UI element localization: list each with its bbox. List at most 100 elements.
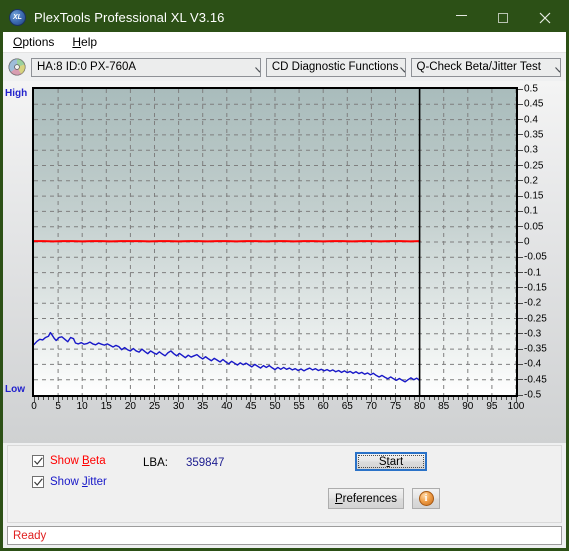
maximize-icon[interactable] bbox=[482, 3, 524, 32]
x-tick-label: 40 bbox=[221, 401, 233, 412]
y-tick-label: 0.5 bbox=[524, 83, 538, 95]
x-minor-tickmark bbox=[144, 397, 146, 400]
x-minor-tickmark bbox=[120, 397, 122, 400]
show-beta-checkbox[interactable] bbox=[32, 455, 44, 467]
x-tickmark bbox=[346, 397, 348, 402]
y-tickmark bbox=[518, 226, 523, 228]
y-tick-label: 0 bbox=[524, 236, 530, 248]
x-tick-label: 60 bbox=[317, 401, 329, 412]
start-button[interactable]: Start bbox=[355, 452, 427, 471]
y-tickmark bbox=[518, 210, 523, 212]
x-tick-label: 100 bbox=[507, 401, 525, 412]
y-tickmark bbox=[518, 149, 523, 151]
x-minor-tickmark bbox=[341, 397, 343, 400]
x-minor-tickmark bbox=[221, 397, 223, 400]
x-minor-tickmark bbox=[207, 397, 209, 400]
y-tickmark bbox=[518, 165, 523, 166]
x-tickmark bbox=[178, 397, 180, 402]
x-tick-label: 30 bbox=[173, 401, 185, 412]
x-minor-tickmark bbox=[216, 397, 218, 400]
x-minor-tickmark bbox=[448, 397, 450, 400]
preferences-button[interactable]: Preferences bbox=[328, 488, 404, 509]
x-minor-tickmark bbox=[187, 397, 189, 400]
close-icon[interactable] bbox=[524, 3, 566, 32]
x-tickmark bbox=[274, 397, 276, 402]
x-tick-label: 70 bbox=[365, 401, 377, 412]
optical-disc-icon bbox=[8, 58, 26, 76]
y-tickmark bbox=[518, 103, 523, 105]
y-tick-label: -0.25 bbox=[524, 313, 547, 324]
x-minor-tickmark bbox=[168, 397, 170, 400]
y-tick-label: 0.35 bbox=[524, 129, 544, 141]
x-minor-tickmark bbox=[385, 397, 387, 400]
function-select[interactable]: CD Diagnostic Functions bbox=[265, 57, 406, 77]
y-tickmark bbox=[518, 287, 523, 289]
y-tick-label: -0.45 bbox=[524, 374, 547, 386]
x-minor-tickmark bbox=[496, 397, 498, 400]
x-tick-label: 80 bbox=[414, 401, 426, 412]
x-tick-label: 90 bbox=[462, 401, 474, 412]
x-minor-tickmark bbox=[240, 397, 242, 400]
x-tick-label: 0 bbox=[31, 401, 37, 412]
x-minor-tickmark bbox=[399, 397, 401, 400]
x-minor-tickmark bbox=[197, 397, 199, 400]
y-tickmark bbox=[518, 88, 523, 90]
y-tick-label: 0.2 bbox=[524, 175, 538, 187]
y-tickmark bbox=[518, 302, 523, 304]
y-tick-label: 0.05 bbox=[524, 221, 544, 233]
show-beta-label: Show Beta bbox=[50, 455, 106, 467]
x-tick-label: 65 bbox=[341, 401, 353, 412]
x-tick-label: 85 bbox=[438, 401, 450, 412]
x-minor-tickmark bbox=[481, 397, 483, 400]
plot-area bbox=[32, 87, 518, 397]
y-tickmark bbox=[518, 379, 523, 381]
info-button[interactable]: i bbox=[412, 488, 440, 509]
x-minor-tickmark bbox=[163, 397, 165, 400]
x-minor-tickmark bbox=[375, 397, 377, 400]
x-minor-tickmark bbox=[308, 397, 310, 400]
minimize-icon[interactable] bbox=[440, 3, 482, 32]
selector-toolbar: HA:8 ID:0 PX-760A CD Diagnostic Function… bbox=[3, 53, 566, 81]
x-minor-tickmark bbox=[38, 397, 40, 400]
controls-panel: Show Beta Show Jitter LBA: 359847 Start … bbox=[7, 445, 562, 523]
x-minor-tickmark bbox=[192, 397, 194, 400]
info-icon: i bbox=[418, 491, 434, 506]
x-minor-tickmark bbox=[269, 397, 271, 400]
y-tick-label: -0.4 bbox=[524, 358, 542, 370]
x-tickmark bbox=[443, 397, 445, 402]
drive-select[interactable]: HA:8 ID:0 PX-760A bbox=[31, 57, 261, 77]
menu-options[interactable]: Options bbox=[9, 34, 62, 50]
x-minor-tickmark bbox=[452, 397, 454, 400]
x-minor-tickmark bbox=[279, 397, 281, 400]
chart-panel: High Low 0.5 0.45 0.4 0.35 0.3 0.25 0.2 0.15 0.1… bbox=[3, 81, 566, 443]
menu-help[interactable]: Help bbox=[68, 34, 105, 50]
x-minor-tickmark bbox=[457, 397, 459, 400]
x-tickmark bbox=[33, 397, 35, 402]
show-jitter-row[interactable]: Show Jitter bbox=[32, 476, 107, 488]
y-tick-label: -0.35 bbox=[524, 343, 547, 355]
x-tick-label: 75 bbox=[389, 401, 402, 412]
preferences-button-label: Preferences bbox=[334, 492, 397, 505]
y-tickmark bbox=[518, 363, 523, 365]
y-tickmark bbox=[518, 348, 523, 350]
x-tick-label: 50 bbox=[269, 401, 281, 412]
x-minor-tickmark bbox=[476, 397, 478, 400]
x-minor-tickmark bbox=[110, 397, 112, 400]
x-tickmark bbox=[81, 397, 83, 402]
x-minor-tickmark bbox=[361, 397, 363, 400]
x-tickmark bbox=[467, 397, 469, 402]
y-tick-label: 0.25 bbox=[524, 160, 544, 171]
x-minor-tickmark bbox=[86, 397, 88, 400]
test-select[interactable]: Q-Check Beta/Jitter Test bbox=[410, 57, 561, 77]
y-tick-label: 0.45 bbox=[524, 98, 544, 110]
x-minor-tickmark bbox=[505, 397, 507, 400]
y-tick-label: 0.1 bbox=[524, 205, 538, 217]
show-jitter-checkbox[interactable] bbox=[32, 476, 44, 488]
x-minor-tickmark bbox=[303, 397, 305, 400]
show-beta-row[interactable]: Show Beta bbox=[32, 455, 106, 467]
x-minor-tickmark bbox=[390, 397, 392, 400]
x-minor-tickmark bbox=[235, 397, 237, 400]
x-minor-tickmark bbox=[245, 397, 247, 400]
x-minor-tickmark bbox=[472, 397, 474, 400]
x-minor-tickmark bbox=[149, 397, 151, 400]
